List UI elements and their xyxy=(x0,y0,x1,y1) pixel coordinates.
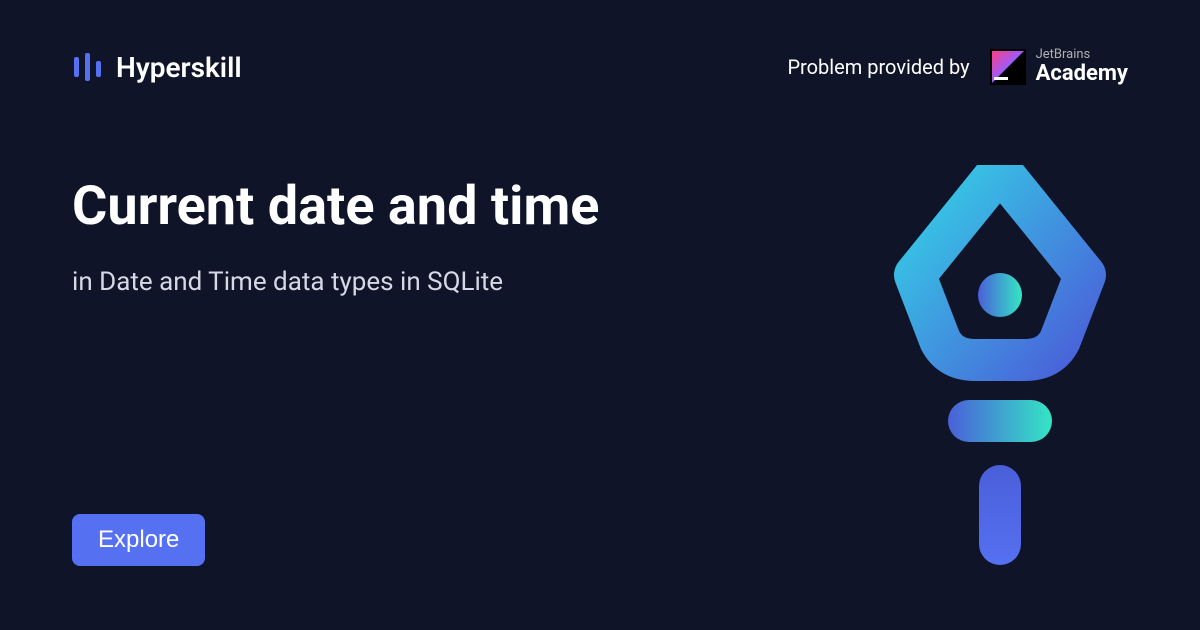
jetbrains-icon xyxy=(990,49,1026,85)
hyperskill-icon xyxy=(72,51,104,83)
provided-by-block: Problem provided by JetBrains Academy xyxy=(787,48,1128,86)
hyperskill-logo: Hyperskill xyxy=(72,51,242,84)
provided-by-text: Problem provided by xyxy=(787,55,969,79)
academy-label-text: Academy xyxy=(1036,62,1128,86)
page-subtitle: in Date and Time data types in SQLite xyxy=(72,267,648,297)
jetbrains-brand-text: JetBrains xyxy=(1036,48,1128,62)
jetbrains-academy-logo: JetBrains Academy xyxy=(990,48,1128,86)
hyperskill-logo-text: Hyperskill xyxy=(116,51,242,84)
decorative-pen-icon xyxy=(890,165,1110,565)
explore-button[interactable]: Explore xyxy=(72,514,205,566)
page-title: Current date and time xyxy=(72,176,648,238)
